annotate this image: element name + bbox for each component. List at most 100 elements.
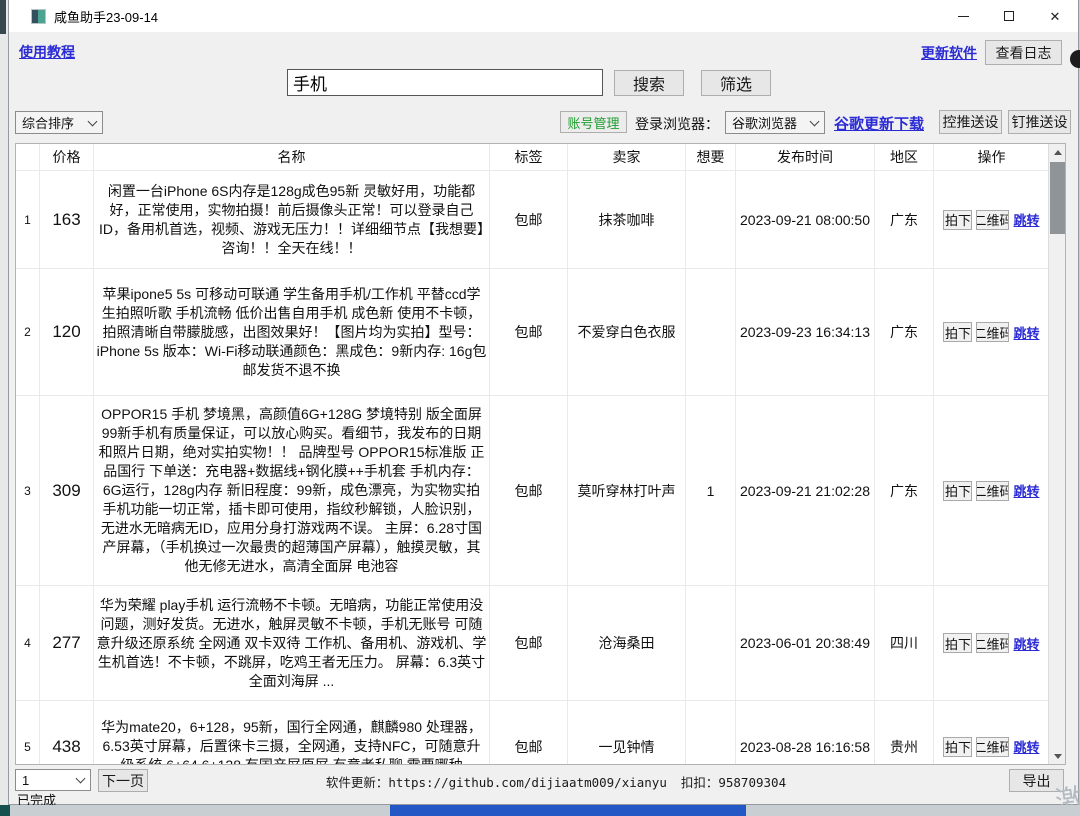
qr-code-button[interactable]: 二维码 — [976, 210, 1009, 230]
jump-link[interactable]: 跳转 — [1013, 210, 1039, 229]
header-action: 操作 — [934, 144, 1049, 170]
software-update-text: 软件更新：https://github.com/dijiaatm009/xian… — [326, 775, 667, 790]
region-cell: 贵州 — [875, 701, 934, 765]
want-cell: 1 — [686, 396, 736, 585]
tag-cell: 包邮 — [490, 171, 568, 268]
qq-contact-text: 扣扣：958709304 — [681, 775, 786, 790]
table-row[interactable]: 2 120 苹果ipone5 5s 可移动可联通 学生备用手机/工作机 平替cc… — [16, 269, 1049, 396]
buy-button[interactable]: 拍下 — [943, 633, 972, 653]
action-cell: 拍下 二维码 跳转 — [934, 586, 1049, 700]
footer-info: 软件更新：https://github.com/dijiaatm009/xian… — [326, 772, 800, 791]
want-cell — [686, 701, 736, 765]
region-cell: 广东 — [875, 269, 934, 395]
buy-button[interactable]: 拍下 — [943, 322, 972, 342]
buy-button[interactable]: 拍下 — [943, 481, 972, 501]
close-icon: ✕ — [1050, 10, 1061, 23]
browser-select[interactable]: 谷歌浏览器 — [725, 111, 825, 134]
taskbar-segment — [390, 805, 746, 816]
tag-cell: 包邮 — [490, 701, 568, 765]
name-cell: 华为mate20，6+128，95新，国行全网通，麒麟980 处理器，6.53英… — [94, 701, 490, 765]
row-index: 4 — [16, 586, 40, 700]
time-cell: 2023-09-21 08:00:50 — [736, 171, 875, 268]
price-cell: 438 — [40, 701, 94, 765]
header-name: 名称 — [94, 144, 490, 170]
row-index: 5 — [16, 701, 40, 765]
page-select[interactable]: 1 — [15, 769, 91, 791]
action-cell: 拍下 二维码 跳转 — [934, 701, 1049, 765]
region-cell: 广东 — [875, 396, 934, 585]
search-input[interactable] — [287, 69, 603, 96]
want-cell — [686, 171, 736, 268]
chevron-down-icon — [88, 116, 98, 126]
buy-button[interactable]: 拍下 — [943, 737, 972, 757]
region-cell: 广东 — [875, 171, 934, 268]
app-window: 咸鱼助手23-09-14 ✕ 使用教程 更新软件 查看日志 搜索 筛选 综合排序… — [8, 0, 1079, 805]
taskbar-strip — [0, 805, 1080, 816]
tag-cell: 包邮 — [490, 586, 568, 700]
table-row[interactable]: 4 277 华为荣耀 play手机 运行流畅不卡顿。无暗病，功能正常使用没问题，… — [16, 586, 1049, 701]
push-settings-button-2[interactable]: 钉推送设 — [1008, 110, 1071, 134]
action-cell: 拍下 二维码 跳转 — [934, 396, 1049, 585]
qr-code-button[interactable]: 二维码 — [976, 481, 1009, 501]
page-select-value: 1 — [22, 773, 29, 788]
next-page-button[interactable]: 下一页 — [98, 769, 148, 792]
name-cell: OPPOR15 手机 梦境黑，高颜值6G+128G 梦境特别 版全面屏 99新手… — [94, 396, 490, 585]
header-tag: 标签 — [490, 144, 568, 170]
seller-cell: 抹茶咖啡 — [568, 171, 686, 268]
time-cell: 2023-09-23 16:34:13 — [736, 269, 875, 395]
tag-cell: 包邮 — [490, 269, 568, 395]
account-manage-button[interactable]: 账号管理 — [560, 111, 627, 133]
seller-cell: 一见钟情 — [568, 701, 686, 765]
time-cell: 2023-09-21 21:02:28 — [736, 396, 875, 585]
update-software-link[interactable]: 更新软件 — [921, 43, 977, 63]
search-button[interactable]: 搜索 — [614, 70, 684, 96]
jump-link[interactable]: 跳转 — [1013, 634, 1039, 653]
scroll-up-icon[interactable] — [1049, 144, 1066, 160]
want-cell — [686, 269, 736, 395]
seller-cell: 不爱穿白色衣服 — [568, 269, 686, 395]
table-row[interactable]: 5 438 华为mate20，6+128，95新，国行全网通，麒麟980 处理器… — [16, 701, 1049, 765]
vertical-scrollbar[interactable] — [1048, 144, 1065, 764]
tutorial-link[interactable]: 使用教程 — [19, 42, 75, 62]
qr-code-button[interactable]: 二维码 — [976, 633, 1009, 653]
maximize-button[interactable] — [986, 0, 1032, 32]
row-index: 3 — [16, 396, 40, 585]
filter-button[interactable]: 筛选 — [701, 70, 771, 96]
seller-cell: 沧海桑田 — [568, 586, 686, 700]
view-log-button[interactable]: 查看日志 — [985, 40, 1062, 65]
browser-select-value: 谷歌浏览器 — [732, 113, 797, 132]
browser-label: 登录浏览器： — [635, 114, 719, 134]
price-cell: 120 — [40, 269, 94, 395]
jump-link[interactable]: 跳转 — [1013, 481, 1039, 500]
region-cell: 四川 — [875, 586, 934, 700]
qr-code-button[interactable]: 二维码 — [976, 322, 1009, 342]
chrome-update-link[interactable]: 谷歌更新下载 — [834, 113, 924, 134]
taskbar-segment — [0, 805, 10, 816]
table-row[interactable]: 3 309 OPPOR15 手机 梦境黑，高颜值6G+128G 梦境特别 版全面… — [16, 396, 1049, 586]
push-settings-button-1[interactable]: 控推送设 — [939, 110, 1002, 134]
header-time: 发布时间 — [736, 144, 875, 170]
time-cell: 2023-08-28 16:16:58 — [736, 701, 875, 765]
sort-select[interactable]: 综合排序 — [15, 111, 103, 134]
app-icon — [31, 9, 46, 24]
action-cell: 拍下 二维码 跳转 — [934, 269, 1049, 395]
minimize-button[interactable] — [940, 0, 986, 32]
scroll-down-icon[interactable] — [1049, 748, 1066, 764]
table-row[interactable]: 1 163 闲置一台iPhone 6S内存是128g成色95新 灵敏好用，功能都… — [16, 171, 1049, 269]
chevron-down-icon — [76, 774, 86, 784]
qr-code-button[interactable]: 二维码 — [976, 737, 1009, 757]
chevron-down-icon — [810, 116, 820, 126]
price-cell: 277 — [40, 586, 94, 700]
scrollbar-thumb[interactable] — [1050, 162, 1065, 234]
row-index: 1 — [16, 171, 40, 268]
jump-link[interactable]: 跳转 — [1013, 737, 1039, 756]
minimize-icon — [958, 16, 969, 17]
jump-link[interactable]: 跳转 — [1013, 323, 1039, 342]
table-header-row: 价格 名称 标签 卖家 想要 发布时间 地区 操作 — [16, 144, 1049, 171]
name-cell: 闲置一台iPhone 6S内存是128g成色95新 灵敏好用，功能都好，正常使用… — [94, 171, 490, 268]
tag-cell: 包邮 — [490, 396, 568, 585]
buy-button[interactable]: 拍下 — [943, 210, 972, 230]
close-button[interactable]: ✕ — [1032, 0, 1078, 32]
background-window-edge — [0, 0, 6, 34]
header-price: 价格 — [40, 144, 94, 170]
